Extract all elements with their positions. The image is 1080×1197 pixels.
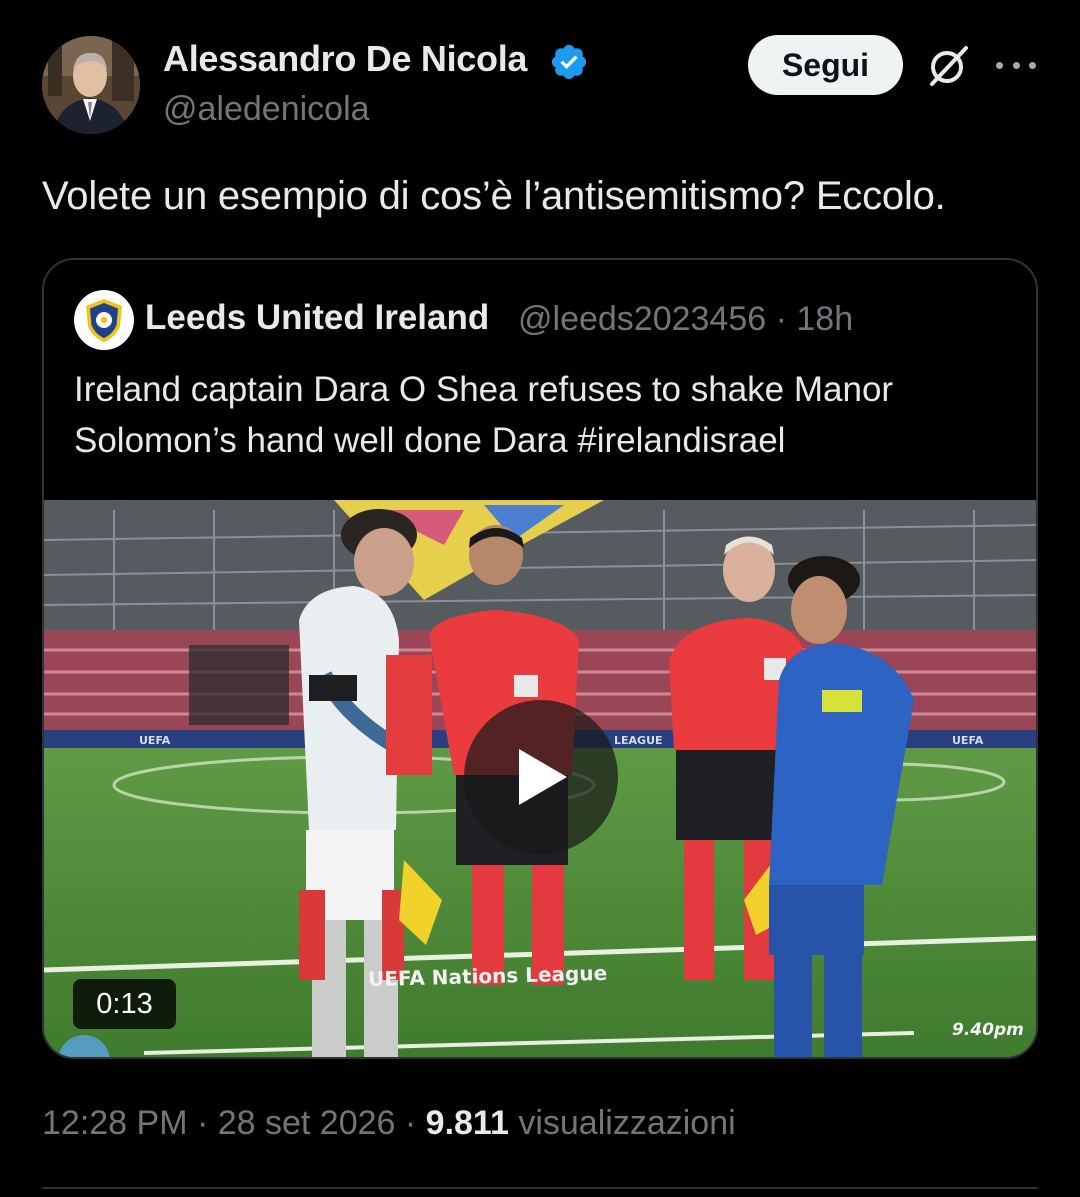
ad-board-text: UEFA <box>952 734 984 747</box>
quoted-tweet[interactable]: Leeds United Ireland @leeds2023456 · 18h… <box>42 258 1038 1059</box>
leeds-crest-icon <box>86 299 122 342</box>
quoted-author-name[interactable]: Leeds United Ireland <box>145 298 489 338</box>
quoted-text: Ireland captain Dara O Shea refuses to s… <box>74 370 894 460</box>
video-overlay-time: 9.40pm <box>952 1020 1024 1040</box>
tweet-meta: 12:28 PM · 28 set 2026 · 9.811 visualizz… <box>42 1104 736 1143</box>
author-handle[interactable]: @aledenicola <box>163 90 370 129</box>
quoted-avatar[interactable] <box>74 290 134 350</box>
tweet-time-date[interactable]: 12:28 PM · 28 set 2026 · <box>42 1104 426 1142</box>
ad-board-text: UEFA <box>139 734 171 747</box>
views-count: 9.811 <box>425 1104 509 1142</box>
grok-icon[interactable] <box>922 40 974 92</box>
more-dot <box>1029 61 1036 69</box>
author-name[interactable]: Alessandro De Nicola <box>163 38 527 80</box>
follow-button[interactable]: Segui <box>748 35 903 95</box>
video-media[interactable]: UEFA LEAGUE UEFA UEFA Nations League 9.4… <box>44 500 1036 1057</box>
more-dot <box>1012 61 1020 69</box>
divider <box>42 1187 1038 1189</box>
video-duration: 0:13 <box>73 979 176 1029</box>
tweet-text: Volete un esempio di cos’è l’antisemitis… <box>42 174 946 218</box>
views-label: visualizzazioni <box>508 1104 736 1142</box>
ad-board-text: LEAGUE <box>614 734 663 747</box>
verified-badge-icon <box>551 44 587 80</box>
more-options-icon[interactable] <box>996 52 1036 78</box>
play-button[interactable] <box>464 700 618 854</box>
quoted-meta[interactable]: @leeds2023456 · 18h <box>518 300 853 339</box>
more-dot <box>996 61 1003 69</box>
play-icon <box>519 749 567 805</box>
author-avatar[interactable] <box>42 36 140 134</box>
